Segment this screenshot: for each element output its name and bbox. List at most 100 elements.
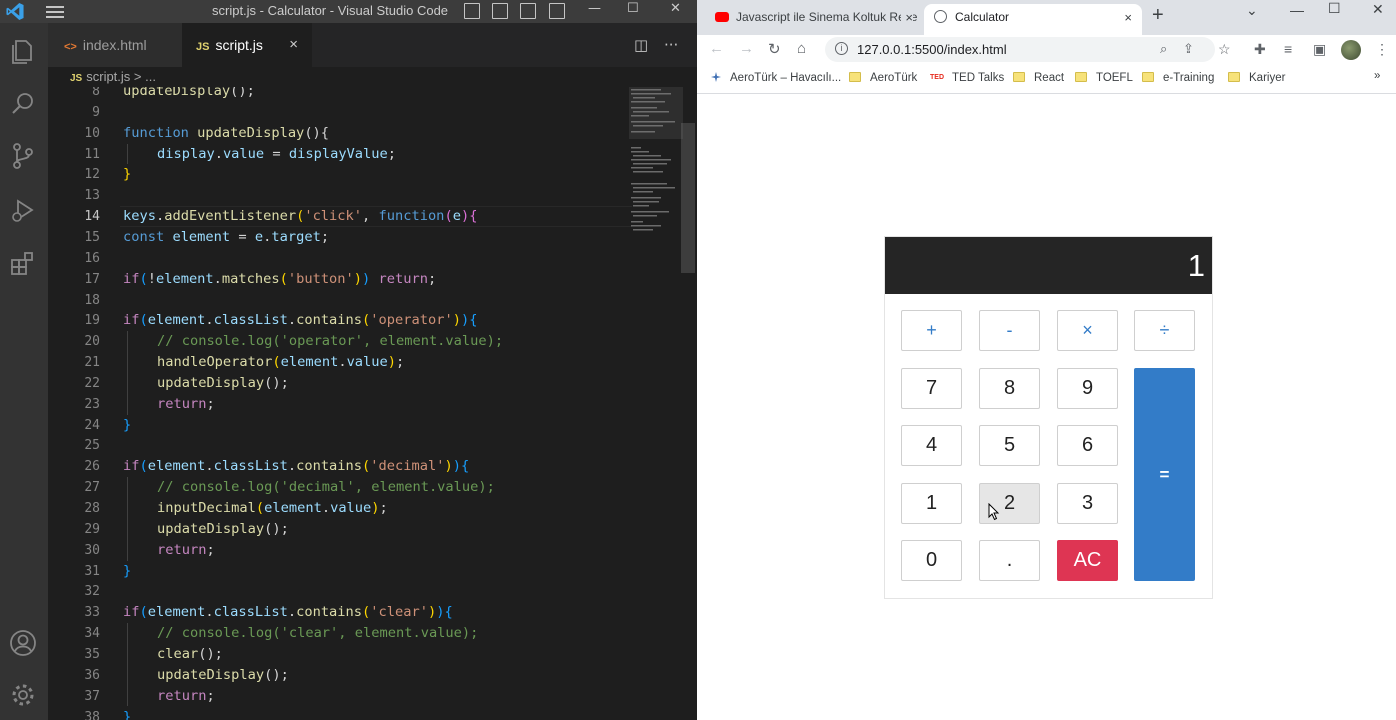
- breadcrumb-file[interactable]: script.js: [86, 69, 130, 84]
- vscode-logo-icon[interactable]: [5, 2, 25, 21]
- code-line[interactable]: keys.addEventListener('click', function(…: [123, 206, 477, 227]
- browser-tab-youtube[interactable]: Javascript ile Sinema Koltuk Reze ×: [705, 4, 923, 35]
- bookmark-folder-kariyer[interactable]: Kariyer: [1228, 71, 1285, 84]
- code-line[interactable]: updateDisplay();: [123, 87, 255, 102]
- code-line[interactable]: return;: [157, 686, 215, 707]
- editor-scrollbar[interactable]: [681, 123, 695, 273]
- toggle-secondary-sidebar-icon[interactable]: [520, 3, 536, 19]
- tab-index-html[interactable]: <> index.html: [48, 23, 182, 67]
- profile-avatar[interactable]: [1341, 40, 1361, 60]
- close-window-icon[interactable]: ✕: [1372, 1, 1384, 18]
- digit-4-key[interactable]: 4: [901, 425, 962, 466]
- code-line[interactable]: updateDisplay();: [157, 665, 289, 686]
- code-line[interactable]: if(element.classList.contains('decimal')…: [123, 456, 469, 477]
- divide-key[interactable]: ÷: [1134, 310, 1195, 351]
- equals-key[interactable]: =: [1134, 368, 1195, 581]
- bookmark-ted-talks[interactable]: TED TED Talks: [930, 72, 1004, 84]
- reload-icon[interactable]: ↻: [768, 40, 781, 58]
- extensions-icon[interactable]: ✚: [1254, 41, 1266, 58]
- all-clear-key[interactable]: AC: [1057, 540, 1118, 581]
- code-line[interactable]: return;: [157, 394, 215, 415]
- home-icon[interactable]: ⌂: [797, 40, 806, 57]
- code-editor[interactable]: 8 9 10 11 12 13 14 15 16 17 18 19 20 21 22 23 24 25 26 27 28…: [48, 87, 697, 720]
- bookmark-folder-aeroturk[interactable]: AeroTürk: [849, 71, 917, 84]
- minimap[interactable]: [629, 87, 683, 247]
- manage-gear-icon[interactable]: [8, 680, 38, 710]
- code-line[interactable]: }: [123, 415, 131, 436]
- code-line[interactable]: const element = e.target;: [123, 227, 329, 248]
- code-line[interactable]: }: [123, 164, 131, 185]
- digit-9-key[interactable]: 9: [1057, 368, 1118, 409]
- back-icon[interactable]: ←: [709, 40, 724, 57]
- maximize-icon[interactable]: ☐: [627, 1, 639, 16]
- code-line[interactable]: // console.log('clear', element.value);: [157, 623, 478, 644]
- minimize-icon[interactable]: —: [1290, 2, 1304, 18]
- extensions-icon[interactable]: [8, 249, 38, 279]
- bookmark-folder-e-training[interactable]: e-Training: [1142, 71, 1214, 84]
- code-line[interactable]: handleOperator(element.value);: [157, 352, 404, 373]
- plus-key[interactable]: +: [901, 310, 962, 351]
- toggle-panel-icon[interactable]: [492, 3, 508, 19]
- code-line[interactable]: display.value = displayValue;: [157, 144, 396, 165]
- breadcrumb-symbol[interactable]: ...: [145, 69, 156, 84]
- side-panel-icon[interactable]: ▣: [1313, 41, 1326, 58]
- zoom-icon[interactable]: ⌕: [1160, 41, 1167, 57]
- accounts-icon[interactable]: [8, 628, 38, 658]
- url-text[interactable]: 127.0.0.1:5500/index.html: [857, 42, 1007, 57]
- digit-1-key[interactable]: 1: [901, 483, 962, 524]
- code-line[interactable]: if(element.classList.contains('operator'…: [123, 310, 477, 331]
- digit-0-key[interactable]: 0: [901, 540, 962, 581]
- site-info-icon[interactable]: i: [835, 42, 848, 55]
- code-line[interactable]: // console.log('operator', element.value…: [157, 331, 503, 352]
- close-tab-icon[interactable]: ×: [289, 23, 298, 67]
- source-control-icon[interactable]: [8, 141, 38, 171]
- new-tab-button[interactable]: +: [1152, 4, 1164, 27]
- chrome-menu-icon[interactable]: ⋮: [1375, 41, 1389, 58]
- code-line[interactable]: if(element.classList.contains('clear')){: [123, 602, 453, 623]
- maximize-icon[interactable]: ☐: [1328, 0, 1341, 17]
- minimap-slider[interactable]: [629, 87, 683, 139]
- address-bar[interactable]: i 127.0.0.1:5500/index.html ⌕ ⇪: [825, 37, 1215, 62]
- menu-icon[interactable]: [46, 6, 64, 18]
- digit-7-key[interactable]: 7: [901, 368, 962, 409]
- bookmark-folder-toefl[interactable]: TOEFL: [1075, 71, 1133, 84]
- code-line[interactable]: }: [123, 707, 131, 720]
- tab-script-js[interactable]: JS script.js ×: [182, 23, 312, 67]
- explorer-icon[interactable]: [8, 37, 38, 67]
- code-line[interactable]: // console.log('decimal', element.value)…: [157, 477, 495, 498]
- code-line[interactable]: }: [123, 561, 131, 582]
- forward-icon[interactable]: →: [739, 40, 754, 57]
- code-line[interactable]: if(!element.matches('button')) return;: [123, 269, 436, 290]
- media-control-icon[interactable]: ≡: [1284, 41, 1292, 57]
- digit-5-key[interactable]: 5: [979, 425, 1040, 466]
- digit-6-key[interactable]: 6: [1057, 425, 1118, 466]
- minimize-icon[interactable]: —: [588, 1, 601, 16]
- code-line[interactable]: function updateDisplay(){: [123, 123, 329, 144]
- bookmark-star-icon[interactable]: ☆: [1218, 41, 1231, 58]
- close-tab-icon[interactable]: ×: [1124, 4, 1132, 31]
- customize-layout-icon[interactable]: [549, 3, 565, 19]
- code-line[interactable]: inputDecimal(element.value);: [157, 498, 388, 519]
- code-line[interactable]: return;: [157, 540, 215, 561]
- bookmark-folder-react[interactable]: React: [1013, 71, 1064, 84]
- toggle-primary-sidebar-icon[interactable]: [464, 3, 480, 19]
- decimal-key[interactable]: .: [979, 540, 1040, 581]
- close-window-icon[interactable]: ✕: [670, 1, 681, 16]
- code-line[interactable]: clear();: [157, 644, 223, 665]
- bookmark-aeroturk-site[interactable]: AeroTürk – Havacılı...: [710, 72, 841, 84]
- code-line[interactable]: updateDisplay();: [157, 373, 289, 394]
- split-editor-icon[interactable]: ◫: [634, 23, 648, 67]
- search-icon[interactable]: [8, 89, 38, 119]
- browser-tab-calculator[interactable]: Calculator ×: [924, 4, 1142, 35]
- digit-3-key[interactable]: 3: [1057, 483, 1118, 524]
- code-line[interactable]: updateDisplay();: [157, 519, 289, 540]
- more-bookmarks-icon[interactable]: »: [1374, 70, 1380, 82]
- share-icon[interactable]: ⇪: [1183, 41, 1194, 57]
- run-debug-icon[interactable]: [8, 195, 38, 225]
- multiply-key[interactable]: ×: [1057, 310, 1118, 351]
- minus-key[interactable]: -: [979, 310, 1040, 351]
- more-actions-icon[interactable]: ···: [664, 23, 678, 67]
- tab-search-icon[interactable]: ⌄: [1246, 2, 1258, 19]
- close-tab-icon[interactable]: ×: [901, 4, 913, 31]
- digit-8-key[interactable]: 8: [979, 368, 1040, 409]
